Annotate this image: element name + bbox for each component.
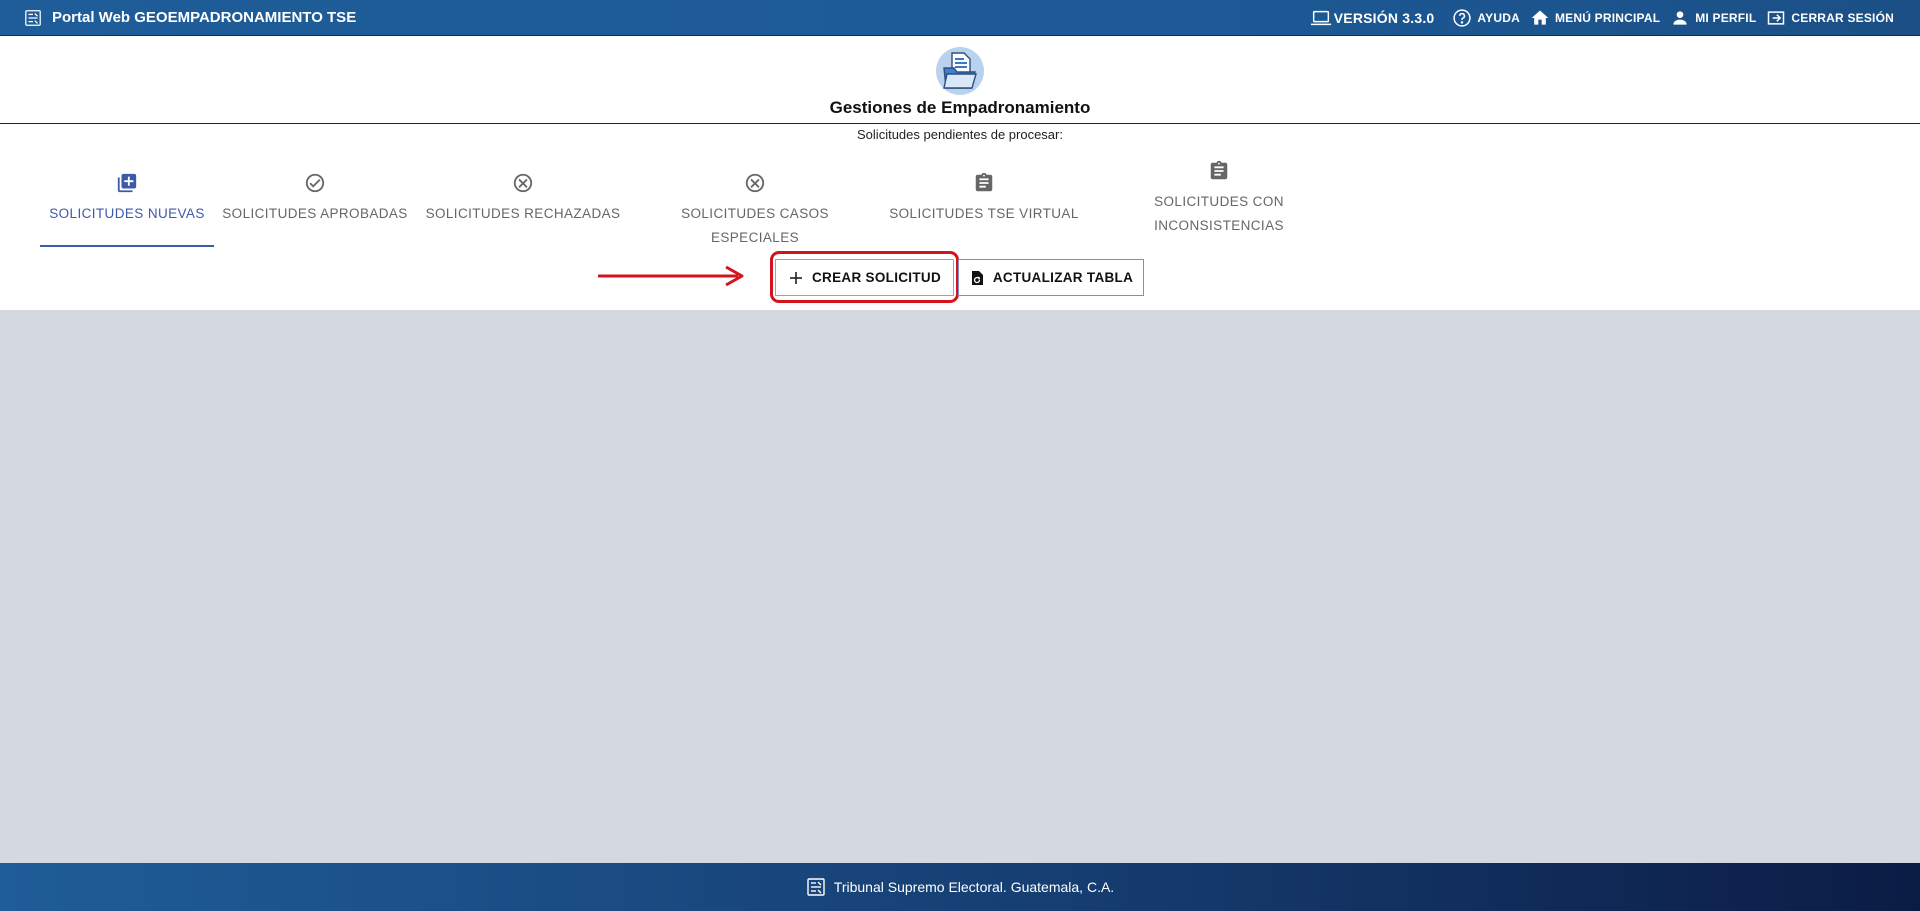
title-divider: [0, 123, 1920, 124]
active-tab-indicator: [40, 245, 214, 247]
tse-logo-icon: [807, 878, 825, 896]
annotation-arrow: [598, 265, 744, 287]
home-icon: [1531, 10, 1549, 25]
logout-link[interactable]: CERRAR SESIÓN: [1766, 8, 1894, 28]
page-title: Gestiones de Empadronamiento: [829, 98, 1091, 117]
check-circle-icon: [305, 173, 325, 193]
refresh-table-button[interactable]: ACTUALIZAR TABLA: [958, 259, 1144, 296]
tab-solicitudes-rechazadas[interactable]: SOLICITUDES RECHAZADAS: [424, 172, 622, 226]
refresh-document-icon: [971, 270, 983, 285]
cancel-circle-icon: [513, 173, 533, 193]
tab-label: SOLICITUDES CASOS ESPECIALES: [681, 206, 829, 245]
folder-document-icon: [936, 47, 984, 95]
tab-solicitudes-tse-virtual[interactable]: SOLICITUDES TSE VIRTUAL: [886, 172, 1082, 226]
app-title: Portal Web GEOEMPADRONAMIENTO TSE: [52, 9, 357, 26]
footer: Tribunal Supremo Electoral. Guatemala, C…: [0, 863, 1920, 911]
create-solicitud-button[interactable]: CREAR SOLICITUD: [775, 259, 954, 296]
profile-link[interactable]: MI PERFIL: [1670, 8, 1756, 28]
tab-label-line1: SOLICITUDES CON: [1154, 194, 1284, 209]
logout-icon: [1768, 10, 1785, 25]
profile-label: MI PERFIL: [1695, 10, 1757, 25]
help-circle-icon: [1453, 8, 1472, 27]
tab-label-line2: INCONSISTENCIAS: [1154, 218, 1284, 233]
main-menu-label: MENÚ PRINCIPAL: [1554, 10, 1661, 25]
tab-solicitudes-nuevas[interactable]: SOLICITUDES NUEVAS: [40, 172, 214, 226]
clipboard-icon: [1210, 160, 1228, 180]
logout-label: CERRAR SESIÓN: [1791, 10, 1894, 25]
help-link[interactable]: AYUDA: [1452, 8, 1520, 28]
tab-solicitudes-con-inconsistencias[interactable]: SOLICITUDES CON INCONSISTENCIAS: [1130, 160, 1308, 238]
top-bar: Portal Web GEOEMPADRONAMIENTO TSE VERSIÓ…: [0, 0, 1920, 36]
brand: Portal Web GEOEMPADRONAMIENTO TSE: [24, 9, 356, 27]
tab-label: SOLICITUDES RECHAZADAS: [425, 206, 621, 221]
tab-label: SOLICITUDES TSE VIRTUAL: [889, 206, 1079, 221]
tse-logo-icon: [25, 9, 41, 26]
cancel-circle-icon: [745, 173, 765, 193]
tab-solicitudes-aprobadas[interactable]: SOLICITUDES APROBADAS: [222, 172, 408, 226]
clipboard-icon: [975, 172, 993, 192]
top-nav: VERSIÓN 3.3.0 AYUDA MENÚ PRINCIPAL MI PE…: [1310, 8, 1894, 28]
page-subtitle: Solicitudes pendientes de procesar:: [857, 127, 1063, 142]
tab-solicitudes-casos-especiales[interactable]: SOLICITUDES CASOS ESPECIALES: [636, 172, 874, 250]
version-indicator: VERSIÓN 3.3.0: [1310, 8, 1435, 28]
help-label: AYUDA: [1477, 10, 1520, 25]
refresh-button-label: ACTUALIZAR TABLA: [992, 270, 1134, 285]
laptop-icon: [1310, 10, 1331, 25]
tab-label: SOLICITUDES NUEVAS: [49, 206, 205, 221]
create-button-label: CREAR SOLICITUD: [812, 270, 941, 285]
footer-text: Tribunal Supremo Electoral. Guatemala, C…: [833, 879, 1115, 895]
add-box-icon: [117, 173, 137, 193]
main-menu-link[interactable]: MENÚ PRINCIPAL: [1530, 8, 1660, 28]
version-label: VERSIÓN 3.3.0: [1333, 9, 1435, 26]
person-icon: [1673, 10, 1687, 25]
plus-icon: [790, 271, 802, 284]
tab-label: SOLICITUDES APROBADAS: [222, 206, 408, 221]
